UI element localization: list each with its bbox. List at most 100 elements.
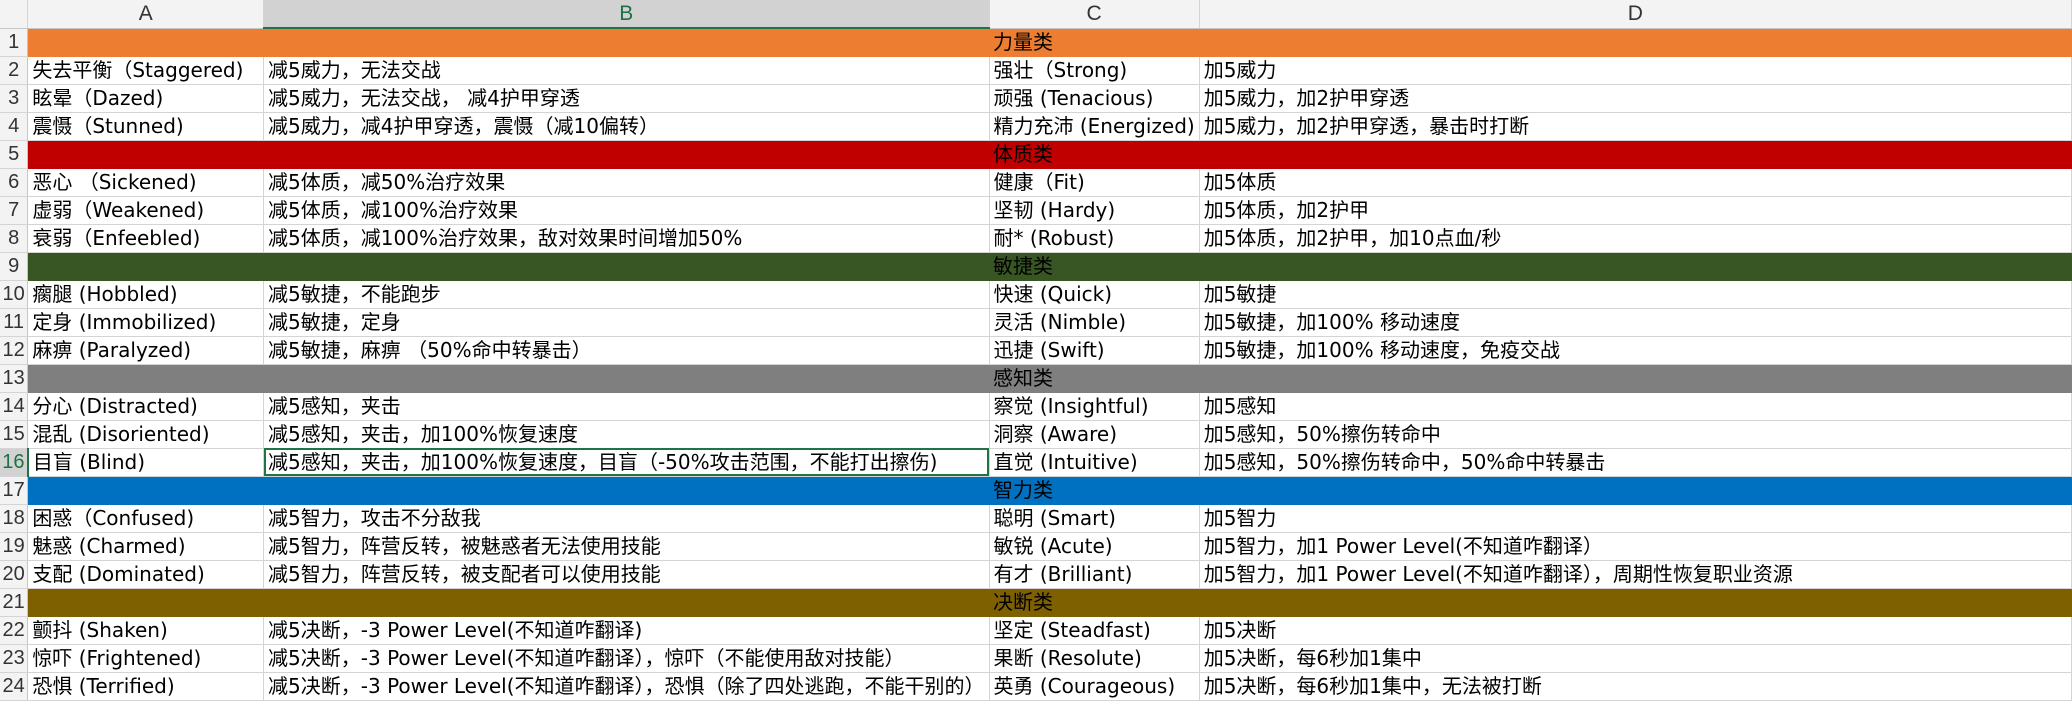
row-header[interactable]: 23 xyxy=(0,644,29,673)
row-header[interactable]: 4 xyxy=(0,112,29,141)
cell-c-19[interactable]: 敏锐 (Acute) xyxy=(989,532,1200,561)
row-header[interactable]: 20 xyxy=(0,560,29,589)
cell-b-8[interactable]: 减5体质，减100%治疗效果，敌对效果时间增加50% xyxy=(263,224,990,253)
cell-c-2[interactable]: 强壮（Strong) xyxy=(989,56,1200,85)
row-header[interactable]: 17 xyxy=(0,476,29,505)
cell-d-18[interactable]: 加5智力 xyxy=(1199,504,2072,533)
cell-a-15[interactable]: 混乱 (Disoriented) xyxy=(27,420,265,449)
cell-d-3[interactable]: 加5威力，加2护甲穿透 xyxy=(1199,84,2072,113)
cell-c-16[interactable]: 直觉 (Intuitive) xyxy=(989,448,1200,477)
cell-c-23[interactable]: 果断 (Resolute) xyxy=(989,644,1200,673)
row-header[interactable]: 24 xyxy=(0,672,29,701)
cell-d-2[interactable]: 加5威力 xyxy=(1199,56,2072,85)
cell-a-10[interactable]: 瘸腿 (Hobbled) xyxy=(27,280,265,309)
cell-b-15[interactable]: 减5感知，夹击，加100%恢复速度 xyxy=(263,420,990,449)
cell-a-8[interactable]: 衰弱（Enfeebled) xyxy=(27,224,265,253)
cell-b-7[interactable]: 减5体质，减100%治疗效果 xyxy=(263,196,990,225)
cell-c-3[interactable]: 顽强 (Tenacious) xyxy=(989,84,1200,113)
cell-c-18[interactable]: 聪明 (Smart) xyxy=(989,504,1200,533)
cell-a-18[interactable]: 困惑（Confused) xyxy=(27,504,265,533)
cell-d-4[interactable]: 加5威力，加2护甲穿透，暴击时打断 xyxy=(1199,112,2072,141)
row-header[interactable]: 2 xyxy=(0,56,29,85)
cell-b-14[interactable]: 减5感知，夹击 xyxy=(263,392,990,421)
cell-b-12[interactable]: 减5敏捷，麻痹 （50%命中转暴击） xyxy=(263,336,990,365)
cell-a-20[interactable]: 支配 (Dominated) xyxy=(27,560,265,589)
row-header[interactable]: 10 xyxy=(0,280,29,309)
cell-a-16[interactable]: 目盲 (Blind) xyxy=(27,448,265,477)
row-header[interactable]: 19 xyxy=(0,532,29,561)
cell-b-20[interactable]: 减5智力，阵营反转，被支配者可以使用技能 xyxy=(263,560,990,589)
cell-b-22[interactable]: 减5决断，-3 Power Level(不知道咋翻译) xyxy=(263,616,990,645)
category-title-cell[interactable]: 决断类 xyxy=(989,588,2072,617)
cell-a-24[interactable]: 恐惧 (Terrified) xyxy=(27,672,265,701)
cell-d-14[interactable]: 加5感知 xyxy=(1199,392,2072,421)
row-header[interactable]: 13 xyxy=(0,364,29,393)
cell-a-4[interactable]: 震慑（Stunned) xyxy=(27,112,265,141)
row-header[interactable]: 15 xyxy=(0,420,29,449)
row-header[interactable]: 18 xyxy=(0,504,29,533)
column-header-c[interactable]: C xyxy=(989,0,1200,29)
cell-a-6[interactable]: 恶心 （Sickened) xyxy=(27,168,265,197)
row-header[interactable]: 3 xyxy=(0,84,29,113)
cell-d-22[interactable]: 加5决断 xyxy=(1199,616,2072,645)
row-header[interactable]: 9 xyxy=(0,252,29,281)
row-header[interactable]: 22 xyxy=(0,616,29,645)
cell-c-24[interactable]: 英勇 (Courageous) xyxy=(989,672,1200,701)
category-band-fill[interactable] xyxy=(27,140,989,169)
cell-c-7[interactable]: 坚韧 (Hardy) xyxy=(989,196,1200,225)
cell-d-20[interactable]: 加5智力，加1 Power Level(不知道咋翻译），周期性恢复职业资源 xyxy=(1199,560,2072,589)
cell-d-10[interactable]: 加5敏捷 xyxy=(1199,280,2072,309)
row-header[interactable]: 21 xyxy=(0,588,29,617)
cell-b-3[interactable]: 减5威力，无法交战， 减4护甲穿透 xyxy=(263,84,990,113)
cell-a-14[interactable]: 分心 (Distracted) xyxy=(27,392,265,421)
category-title-cell[interactable]: 体质类 xyxy=(989,140,2072,169)
category-title-cell[interactable]: 敏捷类 xyxy=(989,252,2072,281)
category-band-fill[interactable] xyxy=(27,476,989,505)
row-header[interactable]: 6 xyxy=(0,168,29,197)
cell-d-12[interactable]: 加5敏捷，加100% 移动速度，免疫交战 xyxy=(1199,336,2072,365)
column-header-a[interactable]: A xyxy=(27,0,265,29)
cell-a-19[interactable]: 魅惑 (Charmed) xyxy=(27,532,265,561)
cell-c-8[interactable]: 耐* (Robust) xyxy=(989,224,1200,253)
category-title-cell[interactable]: 感知类 xyxy=(989,364,2072,393)
cell-b-6[interactable]: 减5体质，减50%治疗效果 xyxy=(263,168,990,197)
cell-b-11[interactable]: 减5敏捷，定身 xyxy=(263,308,990,337)
row-header[interactable]: 5 xyxy=(0,140,29,169)
cell-a-3[interactable]: 眩晕（Dazed) xyxy=(27,84,265,113)
cell-a-11[interactable]: 定身 (Immobilized) xyxy=(27,308,265,337)
cell-d-8[interactable]: 加5体质，加2护甲，加10点血/秒 xyxy=(1199,224,2072,253)
cell-b-18[interactable]: 减5智力，攻击不分敌我 xyxy=(263,504,990,533)
cell-b-24[interactable]: 减5决断，-3 Power Level(不知道咋翻译），恐惧（除了四处逃跑，不能… xyxy=(263,672,990,701)
cell-b-16[interactable]: 减5感知，夹击，加100%恢复速度，目盲（-50%攻击范围，不能打出擦伤) xyxy=(263,448,990,477)
cell-d-15[interactable]: 加5感知，50%擦伤转命中 xyxy=(1199,420,2072,449)
cell-c-14[interactable]: 察觉 (Insightful) xyxy=(989,392,1200,421)
category-title-cell[interactable]: 力量类 xyxy=(989,28,2072,57)
cell-c-10[interactable]: 快速 (Quick) xyxy=(989,280,1200,309)
cell-d-23[interactable]: 加5决断，每6秒加1集中 xyxy=(1199,644,2072,673)
cell-c-4[interactable]: 精力充沛 (Energized) xyxy=(989,112,1200,141)
cell-d-24[interactable]: 加5决断，每6秒加1集中，无法被打断 xyxy=(1199,672,2072,701)
cell-c-22[interactable]: 坚定 (Steadfast) xyxy=(989,616,1200,645)
category-band-fill[interactable] xyxy=(27,252,989,281)
cell-a-22[interactable]: 颤抖 (Shaken) xyxy=(27,616,265,645)
cell-b-4[interactable]: 减5威力，减4护甲穿透，震慑（减10偏转） xyxy=(263,112,990,141)
column-header-d[interactable]: D xyxy=(1199,0,2072,29)
cell-d-11[interactable]: 加5敏捷，加100% 移动速度 xyxy=(1199,308,2072,337)
cell-c-20[interactable]: 有才 (Brilliant) xyxy=(989,560,1200,589)
cell-c-6[interactable]: 健康（Fit) xyxy=(989,168,1200,197)
row-header[interactable]: 14 xyxy=(0,392,29,421)
cell-b-2[interactable]: 减5威力，无法交战 xyxy=(263,56,990,85)
category-band-fill[interactable] xyxy=(27,364,989,393)
column-header-b[interactable]: B xyxy=(263,0,990,29)
cell-d-16[interactable]: 加5感知，50%擦伤转命中，50%命中转暴击 xyxy=(1199,448,2072,477)
row-header[interactable]: 7 xyxy=(0,196,29,225)
cell-d-7[interactable]: 加5体质，加2护甲 xyxy=(1199,196,2072,225)
category-band-fill[interactable] xyxy=(27,588,989,617)
cell-d-6[interactable]: 加5体质 xyxy=(1199,168,2072,197)
cell-c-11[interactable]: 灵活 (Nimble) xyxy=(989,308,1200,337)
cell-a-23[interactable]: 惊吓 (Frightened) xyxy=(27,644,265,673)
select-all-corner[interactable] xyxy=(0,0,29,29)
cell-c-15[interactable]: 洞察 (Aware) xyxy=(989,420,1200,449)
row-header[interactable]: 16 xyxy=(0,448,29,477)
row-header[interactable]: 8 xyxy=(0,224,29,253)
